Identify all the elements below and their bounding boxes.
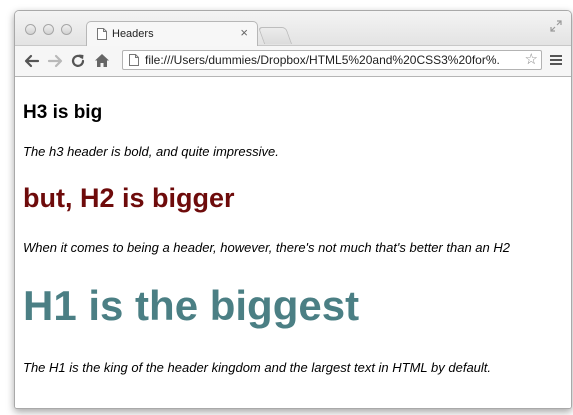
menu-icon[interactable] [550, 54, 562, 66]
close-window-icon[interactable] [25, 24, 36, 35]
new-tab-icon[interactable] [257, 27, 293, 44]
minimize-window-icon[interactable] [43, 24, 54, 35]
h1-heading: H1 is the biggest [23, 282, 360, 329]
forward-arrow-icon[interactable] [46, 52, 64, 70]
h3-heading: H3 is big [23, 102, 103, 123]
tab-close-icon[interactable]: × [240, 25, 248, 40]
browser-window: Headers × file:///Users/dummies/Dropbox/… [14, 10, 572, 409]
home-icon[interactable] [93, 52, 111, 70]
h2-description: When it comes to being a header, however… [23, 240, 510, 255]
page-icon [97, 28, 107, 40]
h3-description: The h3 header is bold, and quite impress… [23, 144, 279, 159]
url-text: file:///Users/dummies/Dropbox/HTML5%20an… [145, 53, 500, 67]
tab-headers[interactable]: Headers × [86, 21, 258, 47]
page-content: H3 is big The h3 header is bold, and qui… [15, 77, 571, 408]
h2-heading: but, H2 is bigger [23, 183, 235, 213]
tab-title: Headers [112, 28, 154, 40]
h1-description: The H1 is the king of the header kingdom… [23, 360, 492, 375]
zoom-window-icon[interactable] [61, 24, 72, 35]
bookmark-star-icon[interactable]: ☆ [525, 51, 538, 69]
toolbar: file:///Users/dummies/Dropbox/HTML5%20an… [15, 46, 571, 77]
reload-icon[interactable] [69, 52, 87, 70]
back-arrow-icon[interactable] [23, 52, 41, 70]
address-bar[interactable]: file:///Users/dummies/Dropbox/HTML5%20an… [122, 50, 542, 70]
tab-strip: Headers × [15, 11, 571, 47]
page-icon [129, 54, 139, 66]
fullscreen-icon[interactable] [550, 20, 562, 32]
